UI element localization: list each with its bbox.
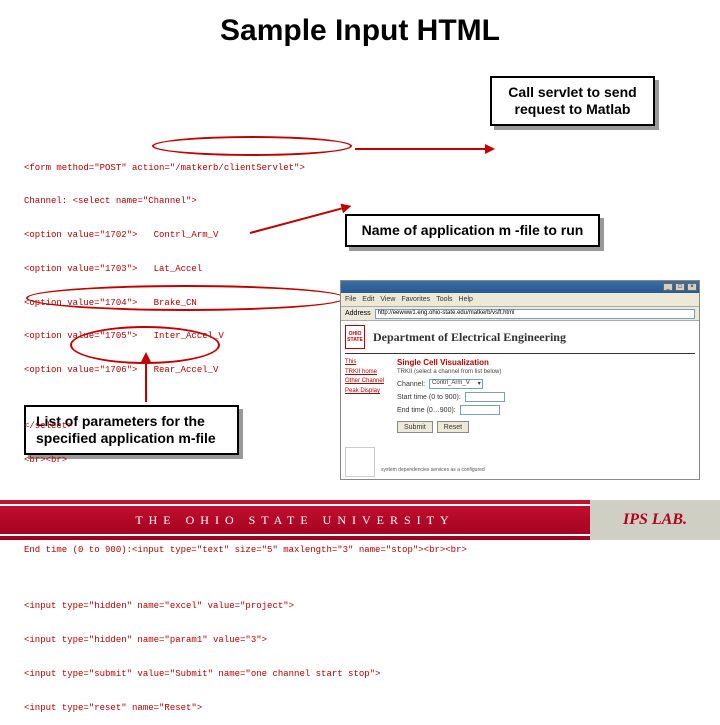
code-line: <option value="1706"> Rear_Accel_V	[24, 365, 344, 376]
nav-link[interactable]: Other Channel	[345, 377, 393, 387]
annotation-ellipse	[152, 136, 352, 156]
code-line: Channel: <select name="Channel">	[24, 196, 344, 207]
annotation-arrow	[145, 362, 147, 402]
code-line: <input type="submit" value="Submit" name…	[24, 669, 344, 680]
footer-text: system dependencies services as a config…	[381, 467, 485, 473]
address-bar: Address http://eewww1.eng.ohio-state.edu…	[341, 307, 699, 321]
code-line: <option value="1703"> Lat_Accel	[24, 264, 344, 275]
menu-bar: File Edit View Favorites Tools Help	[341, 293, 699, 307]
address-label: Address	[345, 310, 371, 317]
slide-footer: THE OHIO STATE UNIVERSITY IPS LAB.	[0, 500, 720, 540]
slide-title: Sample Input HTML	[0, 0, 720, 48]
end-time-input[interactable]	[460, 405, 500, 415]
menu-help[interactable]: Help	[459, 296, 473, 303]
department-title: Department of Electrical Engineering	[373, 330, 566, 345]
start-time-label: Start time (0 to 900):	[397, 394, 461, 401]
code-line: End time (0 to 900):<input type="text" s…	[24, 545, 344, 556]
menu-view[interactable]: View	[380, 296, 395, 303]
channel-select[interactable]: Contrl_Arm_V	[429, 379, 483, 389]
reset-button[interactable]: Reset	[437, 421, 469, 433]
channel-label: Channel:	[397, 381, 425, 388]
code-line: <form method="POST" action="/matkerb/cli…	[24, 163, 344, 174]
nav-link[interactable]: Peak Display	[345, 387, 393, 397]
maximize-icon[interactable]: □	[675, 283, 685, 291]
callout-app-name: Name of application m -file to run	[345, 214, 600, 247]
menu-edit[interactable]: Edit	[362, 296, 374, 303]
annotation-arrow	[355, 148, 485, 150]
html-code-sample: <form method="POST" action="/matkerb/cli…	[24, 140, 344, 725]
minimize-icon[interactable]: _	[663, 283, 673, 291]
page-content: OHIO STATE Department of Electrical Engi…	[341, 321, 699, 479]
address-input[interactable]: http://eewww1.eng.ohio-state.edu/matkerb…	[375, 309, 695, 319]
browser-window-screenshot: _ □ × File Edit View Favorites Tools Hel…	[340, 280, 700, 480]
start-time-input[interactable]	[465, 392, 505, 402]
nav-link[interactable]: TRKII home	[345, 368, 393, 378]
submit-button[interactable]: Submit	[397, 421, 433, 433]
code-line: <option value="1702"> Contrl_Arm_V	[24, 230, 344, 241]
main-form: Single Cell Visualization TRKII (select …	[393, 358, 695, 436]
code-line: <input type="hidden" name="excel" value=…	[24, 601, 344, 612]
form-subtitle: TRKII (select a channel from list below)	[397, 369, 695, 375]
osu-logo: OHIO STATE	[345, 325, 365, 349]
form-title: Single Cell Visualization	[397, 358, 695, 367]
annotation-ellipse	[26, 285, 346, 311]
callout-servlet: Call servlet to send request to Matlab	[490, 76, 655, 126]
code-line: <input type="hidden" name="param1" value…	[24, 635, 344, 646]
footer-graphic	[345, 447, 375, 477]
close-icon[interactable]: ×	[687, 283, 697, 291]
menu-favorites[interactable]: Favorites	[401, 296, 430, 303]
end-time-label: End time (0…900):	[397, 407, 456, 414]
side-nav: This TRKII home Other Channel Peak Displ…	[345, 358, 393, 436]
window-titlebar: _ □ ×	[341, 281, 699, 293]
code-line: <input type="reset" name="Reset">	[24, 703, 344, 714]
code-line: <br><br>	[24, 455, 344, 466]
menu-tools[interactable]: Tools	[436, 296, 452, 303]
osu-banner: THE OHIO STATE UNIVERSITY	[0, 500, 590, 540]
code-line: </select>	[24, 421, 344, 432]
menu-file[interactable]: File	[345, 296, 356, 303]
ips-lab-label: IPS LAB.	[590, 500, 720, 540]
nav-link[interactable]: This	[345, 358, 393, 368]
